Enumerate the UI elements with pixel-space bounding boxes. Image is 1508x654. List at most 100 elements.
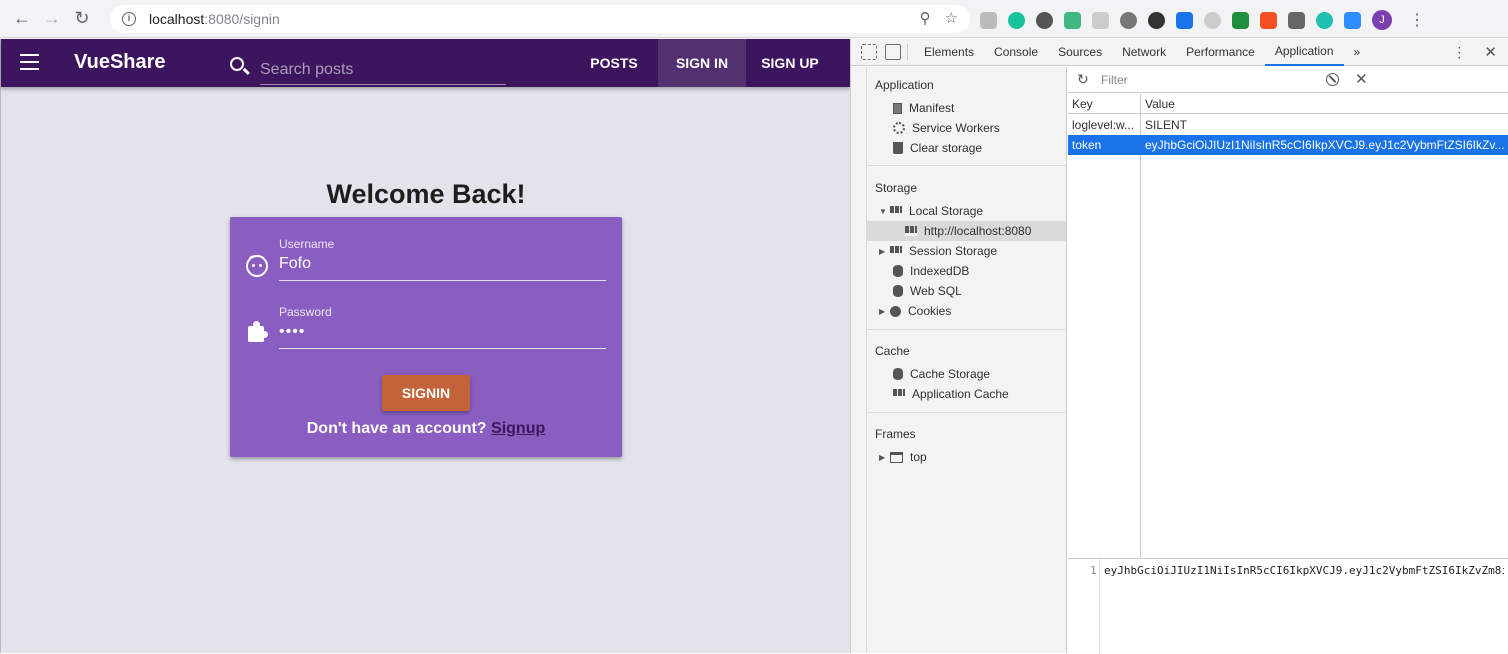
sidebar-item-label: Web SQL [910,284,962,298]
tab-application[interactable]: Application [1264,39,1344,66]
sidebar-item-local-storage[interactable]: ▼ Local Storage [867,201,1066,221]
sidebar-item-service-workers[interactable]: Service Workers [867,118,1066,138]
row-key: token [1072,138,1102,152]
sidebar-item-label: Service Workers [912,121,1000,135]
signup-prompt: Don't have an account? Signup [230,420,622,438]
extension-icon-7[interactable] [1148,11,1165,29]
extension-icon-1[interactable] [980,11,997,29]
preview-text[interactable]: eyJhbGciOiJIUzI1NiIsInR5cCI6IkpXVCJ9.eyJ… [1104,564,1504,577]
sidebar-item-indexeddb[interactable]: IndexedDB [867,261,1066,281]
section-cache: Cache [875,344,910,358]
extension-icon-8[interactable] [1176,11,1193,29]
nav-posts[interactable]: POSTS [572,39,656,87]
vue-devtools-icon[interactable] [1064,11,1081,29]
row-key: loglevel:w... [1072,118,1135,132]
address-bar[interactable]: i localhost:8080/signin ⚲ ☆ [110,5,970,33]
inspect-element-icon[interactable] [861,44,877,60]
signin-card: Username Fofo Password •••• SIGNIN Don't… [230,217,622,457]
extension-icon-11[interactable] [1260,11,1277,29]
nav-signup[interactable]: SIGN UP [746,39,834,87]
sidebar-item-cache-storage[interactable]: Cache Storage [867,364,1066,384]
extension-icon-6[interactable] [1120,11,1137,29]
sidebar-item-local-origin[interactable]: http://localhost:8080 [867,221,1066,241]
table-row[interactable]: loglevel:w... SILENT [1068,115,1508,135]
extension-icon-3[interactable] [1036,11,1053,29]
tab-performance[interactable]: Performance [1176,39,1265,66]
sidebar-item-manifest[interactable]: Manifest [867,98,1066,118]
sidebar-item-application-cache[interactable]: Application Cache [867,384,1066,404]
url-host: localhost [149,11,205,27]
sidebar-item-cookies[interactable]: ▶ Cookies [867,301,1066,321]
extension-icon-12[interactable] [1288,11,1305,29]
application-sidebar: Application Manifest Service Workers Cle… [867,67,1067,653]
gear-icon [893,122,905,134]
hamburger-menu-icon[interactable] [20,54,39,70]
sidebar-item-label: Cookies [908,304,952,318]
row-value: eyJhbGciOiJIUzI1NiIsInR5cCI6IkpXVCJ9.eyJ… [1145,138,1505,152]
sidebar-item-session-storage[interactable]: ▶ Session Storage [867,241,1066,261]
tab-console[interactable]: Console [984,39,1048,66]
value-column-header[interactable]: Value [1145,97,1175,111]
grid-icon [890,206,902,216]
reload-icon[interactable]: ↻ [67,4,97,34]
extension-icon-5[interactable] [1092,11,1109,29]
zoom-icon[interactable] [1344,11,1361,29]
grid-icon [905,226,917,236]
sidebar-item-websql[interactable]: Web SQL [867,281,1066,301]
collapsed-triangle-icon[interactable]: ▶ [879,453,888,462]
sidebar-item-frames-top[interactable]: ▶ top [867,447,1066,467]
filter-input[interactable] [1101,71,1308,89]
tab-elements[interactable]: Elements [914,39,984,66]
file-icon [893,102,902,114]
signin-button[interactable]: SIGNIN [382,375,470,411]
sidebar-item-label: Local Storage [909,204,984,218]
app-viewport: VueShare POSTS SIGN IN SIGN UP Welcome B… [0,39,851,653]
search-input[interactable] [260,55,506,85]
username-field[interactable]: Fofo [279,255,606,281]
database-icon [893,265,903,277]
section-storage: Storage [875,181,918,195]
table-row[interactable]: token eyJhbGciOiJIUzI1NiIsInR5cCI6IkpXVC… [1068,135,1508,155]
extension-icon-9[interactable] [1204,11,1221,29]
forward-arrow-icon[interactable]: → [37,4,67,34]
sidebar-item-label: Application Cache [912,387,1009,401]
sidebar-item-label: top [910,450,927,464]
collapsed-triangle-icon[interactable]: ▶ [879,307,888,316]
database-icon [893,368,903,380]
refresh-icon[interactable]: ↻ [1077,71,1089,88]
database-icon [893,285,903,297]
key-column-header[interactable]: Key [1072,97,1093,111]
expanded-triangle-icon[interactable]: ▼ [879,207,888,216]
cookie-icon [890,305,901,317]
tab-sources[interactable]: Sources [1048,39,1112,66]
grid-icon [890,246,902,256]
password-label: Password [279,305,332,319]
profile-avatar[interactable]: J [1372,10,1392,30]
tab-network[interactable]: Network [1112,39,1176,66]
delete-selected-icon[interactable]: ✕ [1355,70,1368,88]
extension-icon-13[interactable] [1316,11,1333,29]
grammarly-icon[interactable] [1008,11,1025,29]
table-header: Key Value [1068,94,1508,114]
close-devtools-icon[interactable]: ✕ [1484,43,1497,61]
back-arrow-icon[interactable]: ← [7,4,37,34]
password-field[interactable]: •••• [279,323,606,349]
collapsed-triangle-icon[interactable]: ▶ [879,247,888,256]
sidebar-item-label: Manifest [909,101,955,115]
clear-all-icon[interactable] [1326,73,1339,86]
sidebar-item-label: http://localhost:8080 [924,224,1032,238]
info-icon[interactable]: i [122,12,136,26]
browser-menu-icon[interactable]: ⋮ [1409,10,1425,30]
device-toolbar-icon[interactable] [885,44,901,60]
bookmark-star-icon[interactable]: ☆ [945,9,958,27]
sidebar-item-clear-storage[interactable]: Clear storage [867,138,1066,158]
app-title[interactable]: VueShare [74,51,166,74]
devtools-menu-icon[interactable]: ⋮ [1452,44,1466,61]
section-frames: Frames [875,427,916,441]
row-value: SILENT [1145,118,1188,132]
nav-signin[interactable]: SIGN IN [658,39,746,87]
key-icon[interactable]: ⚲ [920,9,931,27]
signup-link[interactable]: Signup [491,420,545,437]
extension-icon-10[interactable] [1232,11,1249,29]
more-tabs-icon[interactable]: » [1344,39,1371,66]
